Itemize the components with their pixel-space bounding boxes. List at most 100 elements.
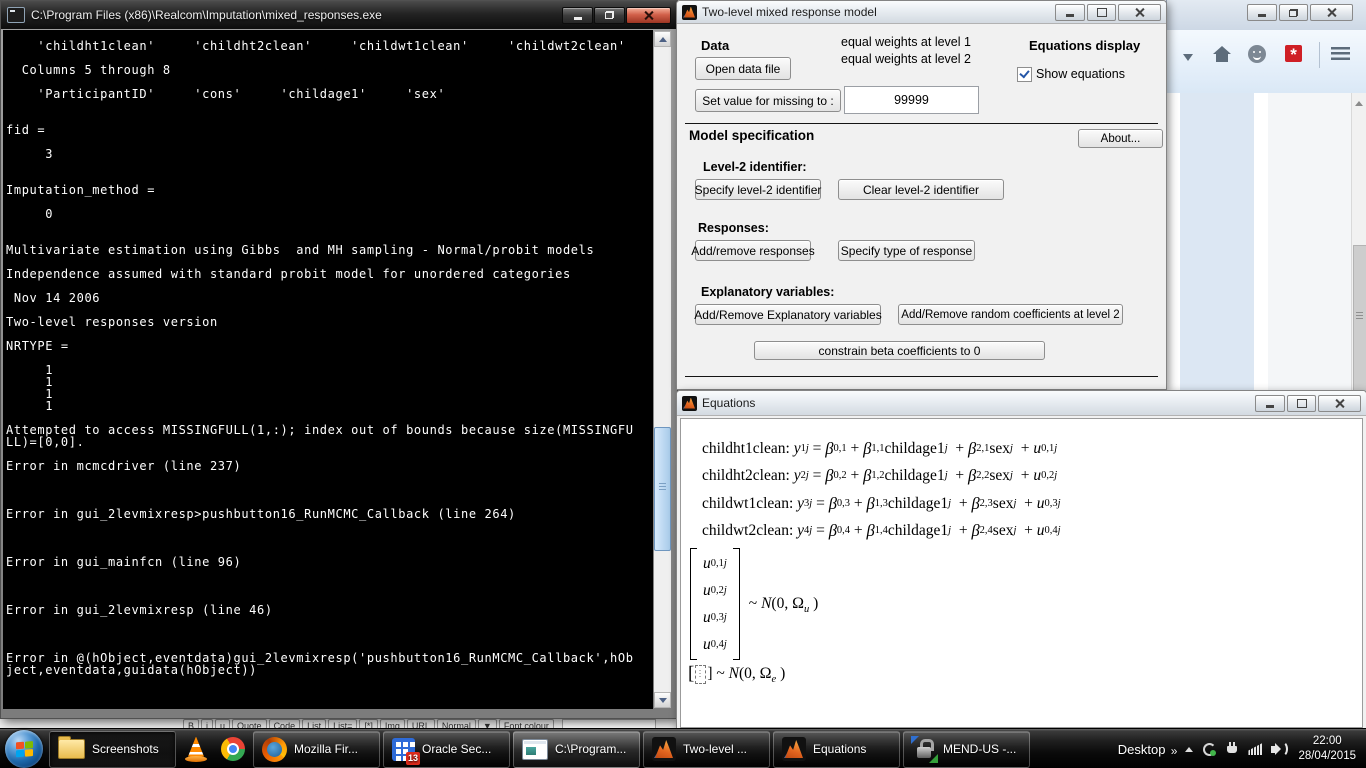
constrain-beta-button[interactable]: constrain beta coefficients to 0 [754,341,1045,360]
console-window: C:\Program Files (x86)\Realcom\Imputatio… [0,0,678,719]
taskbar-button-oracle-sec[interactable]: 13Oracle Sec... [383,731,510,768]
taskbar-button-vlc[interactable] [179,732,213,767]
matlab-icon [782,737,806,761]
bracket-left: [ [688,663,694,685]
distribution-text: ] ~ N(0, Ωe ) [707,665,785,683]
browser-close-button[interactable] [1310,4,1353,21]
network-signal-icon[interactable] [1248,743,1262,755]
equation-segment: childwt2clean: [702,522,797,540]
scroll-down-button[interactable] [654,692,671,708]
equation-segment: + [850,522,867,540]
specify-level2-button[interactable]: Specify level-2 identifier [695,179,821,200]
minimize-icon [1258,14,1266,17]
add-remove-responses-button[interactable]: Add/remove responses [695,240,811,261]
clock-date: 28/04/2015 [1298,749,1356,764]
taskbar-button-equations[interactable]: Equations [773,731,900,768]
console-scrollbar[interactable] [654,31,671,708]
vector-distribution: ~ N(0, Ωu ) [749,595,818,613]
start-button[interactable] [5,730,43,768]
taskbar-button-mozilla-fir[interactable]: Mozilla Fir... [253,731,380,768]
folder-icon [58,739,85,759]
browser-scrollbar[interactable] [1351,93,1366,392]
lastpass-icon[interactable]: * [1285,45,1302,62]
add-remove-random-coeff-button[interactable]: Add/Remove random coefficients at level … [898,304,1123,325]
home-icon[interactable] [1213,46,1231,62]
equation-segment: u [1037,495,1045,513]
equation-segment: + [948,440,968,458]
equation-segment: childht1clean: [702,440,794,458]
data-section-heading: Data [701,38,729,53]
messenger-icon[interactable] [1248,45,1266,63]
equation-segment: ) [776,665,785,682]
equation-segment: + [847,467,864,485]
console-restore-button[interactable] [594,7,625,24]
taskbar-button-chrome[interactable] [216,732,250,767]
taskbar-button-mend-us[interactable]: MEND-US -... [903,731,1030,768]
equations-window-titlebar[interactable]: Equations [677,391,1366,416]
taskbar-button-screenshots[interactable]: Screenshots [49,731,176,768]
model-minimize-button[interactable] [1055,4,1085,21]
minimize-icon [574,17,582,20]
overflow-chevron-icon[interactable]: » [1171,744,1178,758]
equation-segment: ) [809,595,818,612]
equation-segment: u [1037,522,1045,540]
model-window-titlebar[interactable]: Two-level mixed response model [677,1,1166,24]
scroll-up-icon[interactable] [1355,101,1363,106]
dropdown-arrow-icon[interactable] [1183,54,1193,61]
oracle-icon: 13 [392,738,415,761]
hamburger-menu-icon[interactable] [1331,47,1350,60]
taskbar-button-two-level[interactable]: Two-level ... [643,731,770,768]
desktop-toolbar[interactable]: Desktop » [1104,742,1176,757]
safely-remove-hardware-icon[interactable] [1225,742,1239,756]
explanatory-variables-label: Explanatory variables: [701,285,834,299]
about-button[interactable]: About... [1078,129,1163,148]
taskbar-button-c-program[interactable]: C:\Program... [513,731,640,768]
equation-segment: childwt1clean: [702,495,797,513]
equation-line: childwt1clean: y3j = β0,3 + β1,3childage… [702,490,1362,518]
show-equations-checkbox[interactable] [1017,67,1032,82]
missing-value-input[interactable] [844,86,979,114]
add-remove-explanatory-button[interactable]: Add/Remove Explanatory variables [695,304,881,325]
show-hidden-icons-icon[interactable] [1185,747,1193,752]
model-close-button[interactable] [1118,4,1161,21]
restore-icon [1289,9,1298,17]
console-output-text: 'childht1clean' 'childht2clean' 'childwt… [3,30,653,676]
equations-close-button[interactable] [1318,395,1361,412]
equation-segment: u [1033,467,1041,485]
responses-label: Responses: [698,221,769,235]
equation-segment: u [703,582,711,600]
taskbar-button-label: MEND-US -... [943,742,1016,756]
browser-toolbar: * [1166,30,1366,94]
sync-status-icon[interactable] [1202,742,1216,756]
console-close-button[interactable] [626,7,671,24]
equation-segment: u [703,555,711,573]
restore-icon [605,11,614,19]
console-minimize-button[interactable] [562,7,593,24]
console-app-icon [7,7,25,23]
specify-response-type-button[interactable]: Specify type of response [838,240,975,261]
scrollbar-thumb[interactable] [654,427,671,551]
browser-minimize-button[interactable] [1247,4,1277,21]
open-data-file-button[interactable]: Open data file [695,57,791,80]
arrow-down-right-icon [929,754,938,763]
chrome-icon [221,737,245,761]
console-titlebar[interactable]: C:\Program Files (x86)\Realcom\Imputatio… [1,1,677,29]
scrollbar-thumb[interactable] [1353,245,1366,394]
browser-restore-button[interactable] [1279,4,1308,21]
console-icon [522,739,548,760]
equation-segment: = [809,440,826,458]
section-divider [685,376,1158,377]
equations-maximize-button[interactable] [1287,395,1316,412]
maximize-icon [1097,8,1107,17]
scroll-up-button[interactable] [654,31,671,47]
equations-minimize-button[interactable] [1255,395,1285,412]
residual-selection-box[interactable] [695,665,706,684]
equation-segment: u [703,636,711,654]
taskbar-clock[interactable]: 22:00 28/04/2015 [1298,734,1356,764]
equation-segment: childage1 [884,440,944,458]
clear-level2-button[interactable]: Clear level-2 identifier [838,179,1004,200]
volume-icon[interactable] [1271,741,1288,757]
model-maximize-button[interactable] [1087,4,1116,21]
set-missing-value-button[interactable]: Set value for missing to : [695,89,841,112]
model-spec-heading: Model specification [689,128,814,143]
